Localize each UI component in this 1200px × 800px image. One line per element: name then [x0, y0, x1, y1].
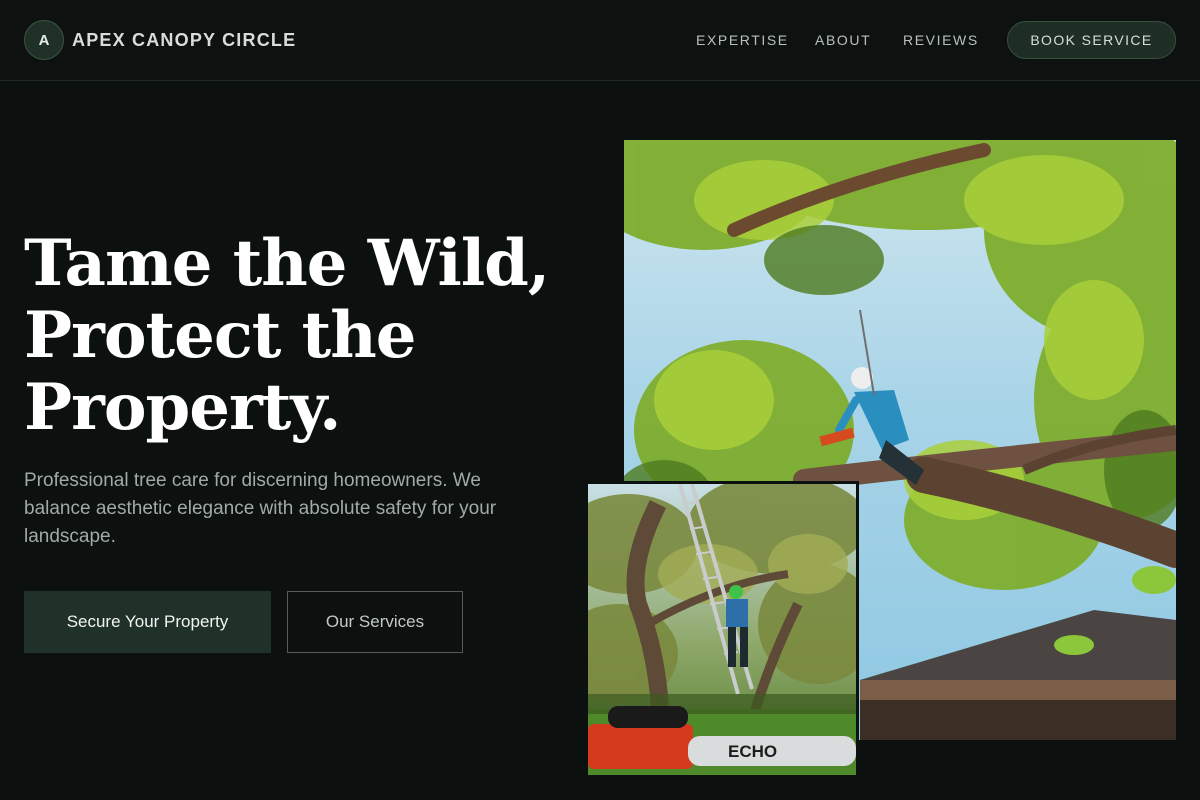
navbar: A APEX CANOPY CIRCLE EXPERTISE ABOUT REV…: [0, 0, 1200, 81]
our-services-button[interactable]: Our Services: [287, 591, 463, 653]
nav-link-reviews[interactable]: REVIEWS: [903, 30, 979, 50]
headline-line-1: Tame the Wild,: [24, 226, 550, 301]
nav-link-expertise[interactable]: EXPERTISE: [696, 30, 789, 50]
inset-photo-arborist-ladder: ECHO: [585, 481, 859, 778]
hero-subtext: Professional tree care for discerning ho…: [24, 470, 497, 547]
nav-link-about[interactable]: ABOUT: [815, 30, 871, 50]
brand-name[interactable]: APEX CANOPY CIRCLE: [72, 28, 296, 52]
logo-badge[interactable]: A: [24, 20, 64, 60]
headline-line-2: Protect the: [24, 298, 416, 373]
book-service-button[interactable]: BOOK SERVICE: [1007, 21, 1176, 59]
headline-line-3: Property.: [24, 370, 341, 445]
chainsaw-brand-label: ECHO: [728, 742, 777, 761]
hero-headline: Tame the Wild, Protect the Property.: [24, 228, 584, 444]
ladder-illustration: ECHO: [588, 484, 856, 775]
secure-property-button[interactable]: Secure Your Property: [24, 591, 271, 653]
